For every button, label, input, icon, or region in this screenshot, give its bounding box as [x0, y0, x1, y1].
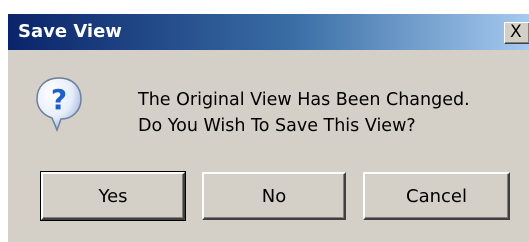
- message-text: The Original View Has Been Changed. Do Y…: [138, 87, 470, 139]
- dialog-title: Save View: [18, 21, 122, 42]
- cancel-button-label: Cancel: [406, 185, 467, 207]
- close-icon: X: [510, 22, 522, 42]
- yes-button[interactable]: Yes: [40, 171, 186, 221]
- close-button[interactable]: X: [504, 22, 529, 44]
- no-button[interactable]: No: [202, 172, 346, 220]
- question-icon: ?: [36, 77, 82, 132]
- question-mark: ?: [51, 83, 67, 116]
- message-line-2: Do You Wish To Save This View?: [138, 116, 416, 136]
- title-bar[interactable]: Save View X: [8, 14, 529, 50]
- message-line-1: The Original View Has Been Changed.: [138, 90, 470, 110]
- cancel-button[interactable]: Cancel: [363, 172, 510, 220]
- yes-button-label: Yes: [98, 185, 128, 207]
- no-button-label: No: [261, 185, 287, 207]
- save-view-dialog: Save View X ? The Original View Has Been…: [8, 14, 529, 242]
